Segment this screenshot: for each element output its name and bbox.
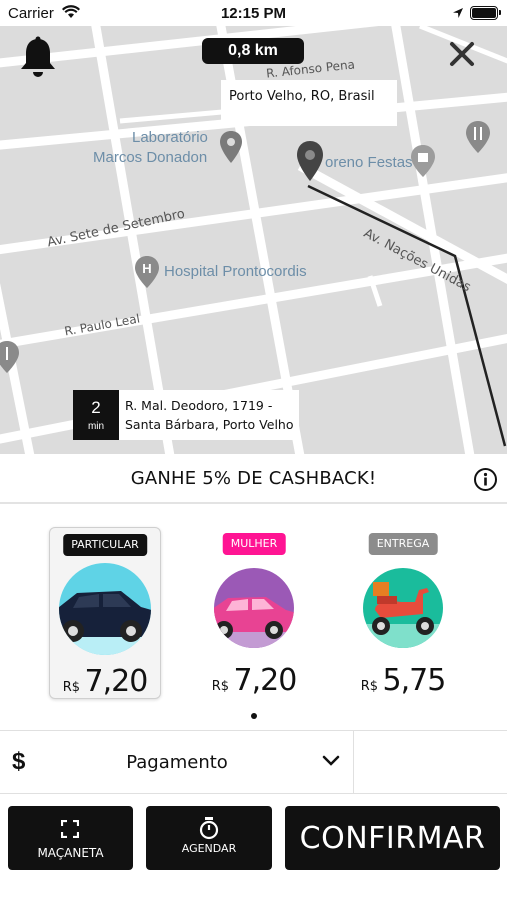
delivery-scooter-icon [363,568,443,648]
status-bar: Carrier 12:15 PM [0,0,507,26]
vehicle-option-particular[interactable]: PARTICULAR R$ 7,20 [49,527,161,699]
location-arrow-icon [453,8,463,18]
chevron-down-icon [322,755,340,766]
cashback-text: GANHE 5% DE CASHBACK! [130,468,377,489]
pink-car-icon [214,568,294,648]
price-value: 7,20 [84,664,148,699]
map-pin-icon [220,131,242,163]
status-time: 12:15 PM [220,5,287,22]
payment-extra-field[interactable] [356,731,507,793]
eta-unit: min [87,421,105,432]
vehicle-price: R$ 7,20 [50,664,160,699]
destination-pin-icon [297,141,323,181]
agendar-button[interactable]: AGENDAR [146,806,272,870]
origin-address-line2: Santa Bárbara, Porto Velho [125,417,294,432]
price-value: 7,20 [233,663,297,698]
shopping-pin-icon [411,145,435,177]
origin-address: R. Mal. Deodoro, 1719 - Santa Bárbara, P… [119,390,300,440]
expand-icon [61,820,79,838]
hospital-pin-icon: H [135,256,159,288]
confirm-button[interactable]: CONFIRMAR [285,806,500,870]
destination-label: Porto Velho, RO, Brasil [221,80,397,126]
vehicle-price: R$ 7,20 [198,663,310,698]
car-icon [59,563,151,655]
agendar-label: AGENDAR [181,842,237,855]
map-view[interactable]: 0,8 km Porto Velho, RO, Brasil R. Afonso… [0,26,507,454]
close-icon[interactable] [446,38,478,70]
place-label-festas: oreno Festas [325,154,413,171]
confirm-label: CONFIRMAR [299,821,486,856]
info-icon[interactable] [473,467,498,492]
eta-value: 2 [91,398,101,417]
origin-address-line1: R. Mal. Deodoro, 1719 - [125,398,273,413]
place-label-hospital: Hospital Prontocordis [164,263,307,280]
price-currency: R$ [360,679,379,694]
vehicle-options: PARTICULAR R$ 7,20 MULHER R$ 7,20 ENTREG… [0,504,507,730]
cashback-banner: GANHE 5% DE CASHBACK! [0,454,507,504]
macaneta-label: MAÇANETA [37,846,104,860]
restaurant-pin-icon [0,341,19,373]
macaneta-button[interactable]: MAÇANETA [8,806,133,870]
vehicle-price: R$ 5,75 [347,663,459,698]
price-currency: R$ [211,679,230,694]
payment-label: Pagamento [126,752,228,773]
vehicle-option-mulher[interactable]: MULHER R$ 7,20 [198,527,310,699]
svg-text:H: H [142,261,151,276]
price-value: 5,75 [382,663,446,698]
vehicle-tag: ENTREGA [368,533,438,555]
payment-row: $ Pagamento [0,730,507,794]
vehicle-option-entrega[interactable]: ENTREGA R$ 5,75 [347,527,459,699]
page-indicator-dot [251,713,257,719]
origin-label[interactable]: 2 min R. Mal. Deodoro, 1719 - Santa Bárb… [73,390,300,440]
place-label-lab: Laboratório [132,129,208,146]
restaurant-pin-icon [466,121,490,153]
vehicle-tag: MULHER [222,533,286,555]
notifications-bell-icon[interactable] [18,36,58,80]
battery-icon [470,6,501,20]
payment-dropdown[interactable]: $ Pagamento [0,731,354,793]
stopwatch-icon [199,817,219,840]
distance-badge: 0,8 km [202,38,304,64]
price-currency: R$ [62,680,81,695]
eta-badge: 2 min [73,390,119,440]
vehicle-tag: PARTICULAR [63,534,147,556]
place-label-lab-name: Marcos Donadon [93,149,208,166]
